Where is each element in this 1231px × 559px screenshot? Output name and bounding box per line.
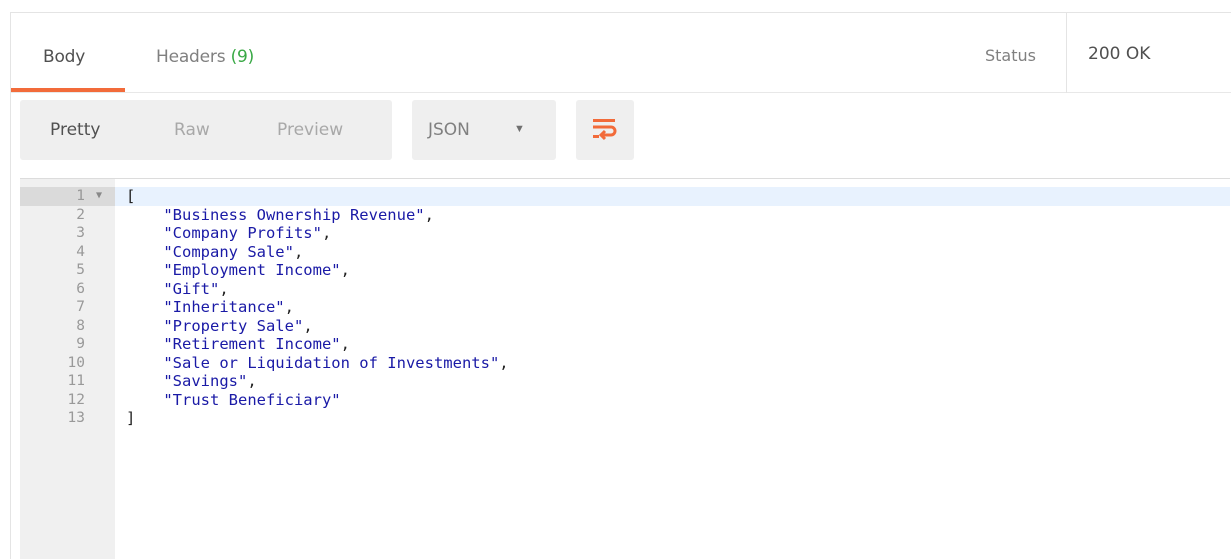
wrap-lines-icon xyxy=(593,119,617,141)
code-text: "Company Profits", xyxy=(163,224,332,242)
code-line: 2 "Business Ownership Revenue", xyxy=(20,206,1230,225)
line-number: 9 xyxy=(76,336,85,352)
code-text: "Business Ownership Revenue", xyxy=(163,205,434,224)
string-value: "Inheritance" xyxy=(163,298,285,316)
code-text: "Inheritance", xyxy=(163,298,294,316)
response-tabbar: Body Headers (9) Status 200 OK xyxy=(11,13,1231,93)
format-select[interactable]: JSON ▼ xyxy=(412,100,556,160)
string-value: "Retirement Income" xyxy=(163,335,341,353)
line-number: 13 xyxy=(67,410,85,426)
headers-count-badge: (9) xyxy=(230,47,255,67)
string-value: "Business Ownership Revenue" xyxy=(163,205,425,224)
code-line: 3 "Company Profits", xyxy=(20,224,1230,243)
line-number: 7 xyxy=(76,299,85,315)
line-number: 8 xyxy=(76,317,85,334)
view-mode-group: Pretty Raw Preview xyxy=(20,100,392,160)
code-line: 7 "Inheritance", xyxy=(20,298,1230,317)
code-line: 1 ▼ [ xyxy=(20,187,1230,206)
string-value: "Sale or Liquidation of Investments" xyxy=(163,353,500,372)
string-value: "Company Sale" xyxy=(163,242,294,261)
status-divider xyxy=(1066,13,1067,93)
format-select-value: JSON xyxy=(428,120,470,140)
code-line: 11 "Savings", xyxy=(20,372,1230,391)
line-number: 5 xyxy=(76,262,85,278)
line-number: 12 xyxy=(67,391,85,408)
code-line: 9 "Retirement Income", xyxy=(20,335,1230,354)
wrap-lines-button[interactable] xyxy=(576,100,634,160)
code-text: "Gift", xyxy=(163,279,229,298)
string-value: "Property Sale" xyxy=(163,316,304,335)
chevron-down-icon: ▼ xyxy=(514,123,525,135)
close-bracket: ] xyxy=(126,409,136,427)
string-value: "Savings" xyxy=(163,372,248,390)
code-line: 5 "Employment Income", xyxy=(20,261,1230,280)
code-editor[interactable]: 1 ▼ [ 2 "Business Ownership Revenue", 3 … xyxy=(20,178,1230,559)
status-label: Status xyxy=(985,46,1036,65)
active-tab-indicator xyxy=(11,88,125,92)
line-number: 4 xyxy=(76,243,85,260)
string-value: "Trust Beneficiary" xyxy=(163,390,341,409)
line-number: 11 xyxy=(67,373,85,389)
line-number: 2 xyxy=(76,206,85,223)
code-text: "Sale or Liquidation of Investments", xyxy=(163,353,509,372)
line-number: 3 xyxy=(76,225,85,241)
code-text: "Trust Beneficiary" xyxy=(126,390,341,410)
line-number: 6 xyxy=(76,280,85,297)
tab-body[interactable]: Body xyxy=(43,47,85,67)
preview-button[interactable]: Preview xyxy=(277,120,343,140)
code-text: "Savings", xyxy=(163,372,257,390)
code-line: 6 "Gift", xyxy=(20,280,1230,299)
code-text: "Company Sale", xyxy=(163,242,304,261)
raw-button[interactable]: Raw xyxy=(174,120,210,140)
code-line: 4 "Company Sale", xyxy=(20,243,1230,262)
pretty-button[interactable]: Pretty xyxy=(50,120,100,140)
status-value: 200 OK xyxy=(1088,44,1151,64)
code-line: 12 "Trust Beneficiary" xyxy=(20,391,1230,410)
tab-headers-label: Headers xyxy=(156,47,226,67)
code-text: "Retirement Income", xyxy=(163,335,350,353)
code-text: "Employment Income", xyxy=(163,261,350,279)
line-number: 10 xyxy=(67,354,85,371)
tab-headers[interactable]: Headers (9) xyxy=(156,47,254,67)
string-value: "Gift" xyxy=(163,279,220,298)
code-line: 13 ] xyxy=(20,409,1230,428)
code-line: 8 "Property Sale", xyxy=(20,317,1230,336)
response-toolbar: Pretty Raw Preview JSON ▼ xyxy=(20,100,1220,160)
string-value: "Company Profits" xyxy=(163,224,322,242)
code-text: "Property Sale", xyxy=(163,316,313,335)
fold-caret-icon[interactable]: ▼ xyxy=(96,187,102,206)
code-line: 10 "Sale or Liquidation of Investments", xyxy=(20,354,1230,373)
string-value: "Employment Income" xyxy=(163,261,341,279)
open-bracket: [ xyxy=(126,187,136,205)
